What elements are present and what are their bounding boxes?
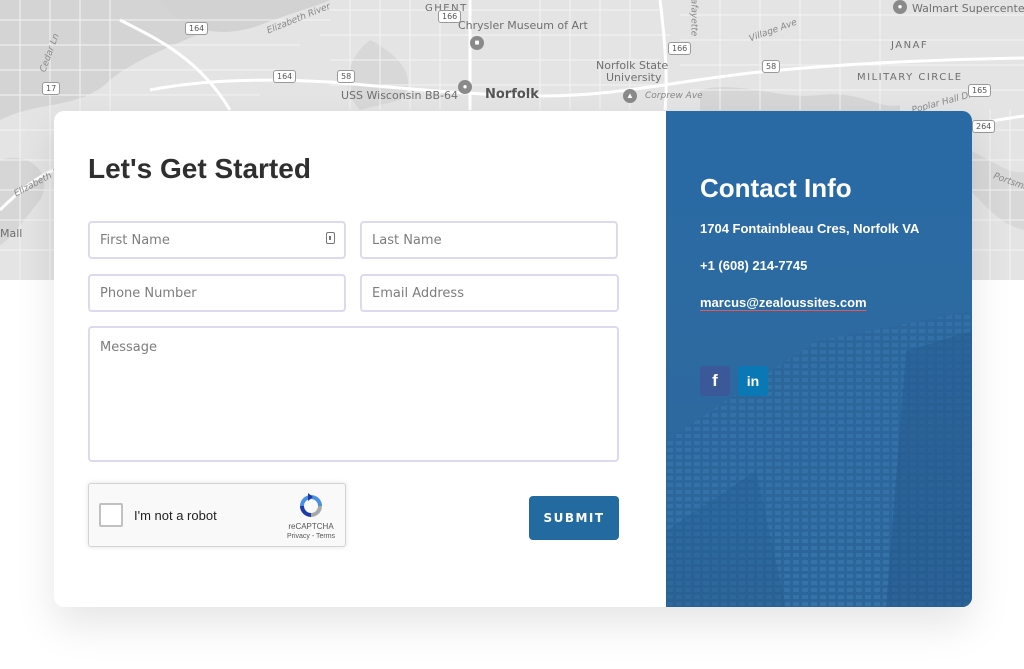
recaptcha-widget: I'm not a robot reCAPTCHA Privacy - Term… xyxy=(88,483,346,547)
route-shield: 166 xyxy=(668,42,692,55)
route-shield: 164 xyxy=(185,22,209,35)
route-shield: 17 xyxy=(42,82,61,95)
map-label-university: University xyxy=(606,71,662,84)
contact-card: Let's Get Started I'm not a robot reCAPT… xyxy=(54,111,972,607)
linkedin-icon[interactable]: in xyxy=(738,366,768,396)
map-label-corprew-ave: Corprew Ave xyxy=(645,91,703,101)
facebook-icon[interactable]: f xyxy=(700,366,730,396)
map-label-mall: Mall xyxy=(0,227,23,240)
map-pin-icon[interactable]: ● xyxy=(458,80,472,94)
contact-info-panel: Contact Info 1704 Fontainbleau Cres, Nor… xyxy=(666,111,972,607)
recaptcha-checkbox[interactable] xyxy=(99,503,123,527)
first-name-input[interactable] xyxy=(88,221,346,259)
map-label-janaf: JANAF xyxy=(891,40,929,51)
contact-form: Let's Get Started I'm not a robot reCAPT… xyxy=(54,111,666,607)
map-label-chrysler: Chrysler Museum of Art xyxy=(458,19,588,32)
recaptcha-logo-icon xyxy=(300,493,322,517)
contact-card-icon[interactable] xyxy=(326,232,335,244)
map-label-lafayette: Lafayette xyxy=(688,0,699,37)
recaptcha-privacy-terms[interactable]: Privacy - Terms xyxy=(271,533,351,540)
map-label-walmart: Walmart Supercenter xyxy=(912,2,1024,15)
university-pin-icon[interactable]: ▲ xyxy=(623,89,637,103)
map-label-uss-wisconsin: USS Wisconsin BB-64 xyxy=(341,89,458,102)
contact-title: Contact Info xyxy=(700,173,852,203)
route-shield: 264 xyxy=(972,120,996,133)
recaptcha-brand: reCAPTCHA xyxy=(288,522,334,531)
message-textarea[interactable] xyxy=(88,326,619,462)
contact-address: 1704 Fontainbleau Cres, Norfolk VA xyxy=(700,221,920,236)
phone-input[interactable] xyxy=(88,274,346,312)
recaptcha-label: I'm not a robot xyxy=(134,508,217,523)
map-label-norfolk: Norfolk xyxy=(485,87,539,102)
email-input[interactable] xyxy=(360,274,619,312)
contact-phone[interactable]: +1 (608) 214-7745 xyxy=(700,258,807,273)
submit-button[interactable]: SUBMIT xyxy=(529,496,619,540)
form-title: Let's Get Started xyxy=(88,153,311,184)
museum-pin-icon[interactable]: ■ xyxy=(470,36,484,50)
route-shield: 166 xyxy=(438,10,462,23)
route-shield: 58 xyxy=(762,60,781,73)
last-name-input[interactable] xyxy=(360,221,618,259)
store-pin-icon[interactable]: ● xyxy=(893,0,907,14)
route-shield: 164 xyxy=(273,70,297,83)
route-shield: 58 xyxy=(337,70,356,83)
map-label-military-circle: MILITARY CIRCLE xyxy=(857,72,963,83)
contact-email-link[interactable]: marcus@zealoussites.com xyxy=(700,295,867,310)
route-shield: 165 xyxy=(968,84,992,97)
